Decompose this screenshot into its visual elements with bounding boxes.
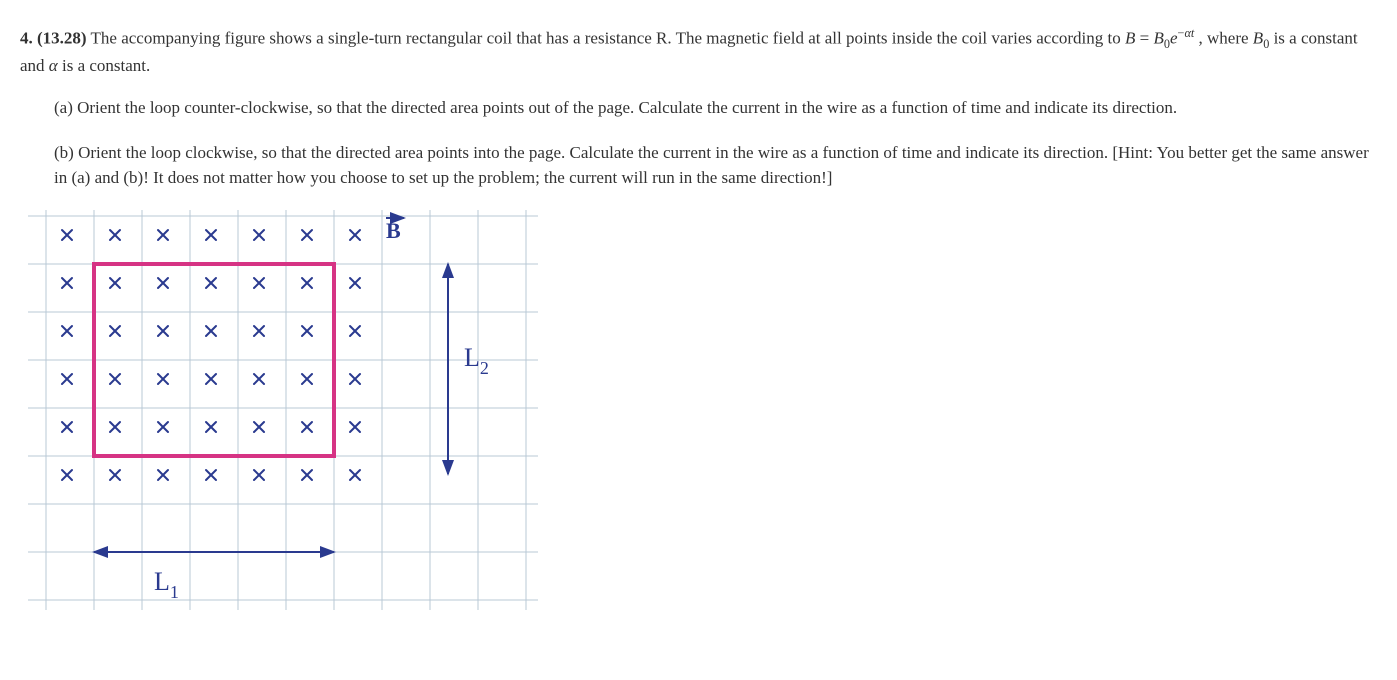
problem-number: 4. (13.28) [20, 29, 87, 48]
part-b: (b) Orient the loop clockwise, so that t… [20, 141, 1377, 190]
field-crosses [62, 230, 360, 480]
eq-equals: = [1135, 29, 1153, 48]
L1-arrow: L1 [94, 552, 334, 602]
intro-end: is a constant. [58, 56, 151, 75]
L2-label: L2 [464, 343, 489, 378]
eq-alpha2: α [49, 56, 58, 75]
figure-svg: B L2 L1 [28, 210, 538, 610]
intro-mid: , where [1194, 29, 1253, 48]
eq-exp: −αt [1178, 26, 1195, 40]
page-root: 4. (13.28) The accompanying figure shows… [0, 0, 1397, 630]
eq-B0: B [1153, 29, 1163, 48]
intro-text-1: The accompanying figure shows a single-t… [87, 29, 1125, 48]
problem-intro: 4. (13.28) The accompanying figure shows… [20, 25, 1377, 78]
L1-label: L1 [154, 567, 179, 602]
figure: B L2 L1 [28, 210, 538, 610]
B-label: B [386, 218, 404, 243]
grid [28, 210, 538, 610]
eq-B0-2: B [1253, 29, 1263, 48]
eq-B: B [1125, 29, 1135, 48]
eq-e: e [1170, 29, 1178, 48]
L2-arrow: L2 [448, 264, 489, 474]
svg-text:B: B [386, 218, 401, 243]
part-a: (a) Orient the loop counter-clockwise, s… [20, 96, 1377, 121]
